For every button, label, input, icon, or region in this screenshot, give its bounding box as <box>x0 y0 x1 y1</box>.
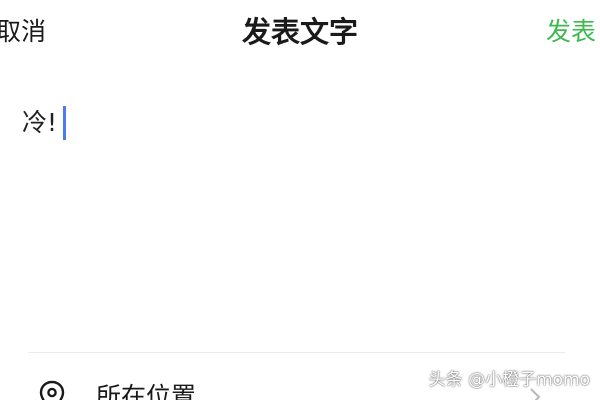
page-title: 发表文字 <box>241 15 358 49</box>
location-pin-icon <box>39 380 65 400</box>
compose-screen: 取消 发表文字 发表 冷! 所在位置 头条 @小橙子momo <box>0 0 600 400</box>
divider <box>28 352 566 353</box>
text-caret <box>63 106 67 140</box>
header-bar: 取消 发表文字 发表 <box>0 0 600 64</box>
watermark: 头条 @小橙子momo <box>428 370 590 390</box>
publish-button[interactable]: 发表 <box>546 14 596 50</box>
location-label: 所在位置 <box>96 382 197 400</box>
text-editor[interactable]: 冷! <box>22 104 572 334</box>
editor-text: 冷! <box>22 108 58 137</box>
